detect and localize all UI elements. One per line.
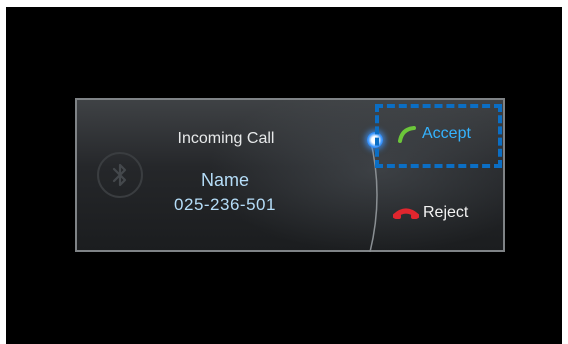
bluetooth-icon — [97, 152, 143, 198]
caller-name: Name — [200, 170, 249, 190]
accept-button[interactable]: Accept — [375, 104, 502, 168]
incoming-call-title: Incoming Call — [177, 130, 275, 147]
reject-label: Reject — [423, 204, 469, 221]
reject-button[interactable]: Reject — [393, 198, 498, 228]
caller-number: 025-236-501 — [174, 195, 276, 214]
phone-handset-green-icon — [397, 125, 417, 143]
accept-label: Accept — [422, 125, 471, 142]
phone-handset-red-icon — [393, 206, 419, 220]
